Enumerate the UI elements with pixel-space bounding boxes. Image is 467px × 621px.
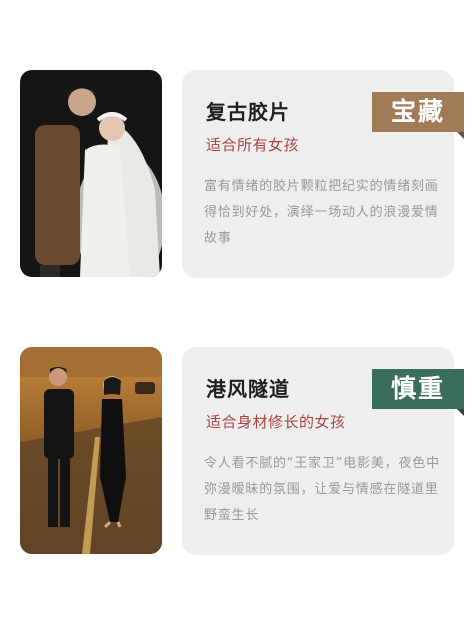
card-title: 复古胶片 <box>206 100 290 124</box>
tunnel-couple-photo <box>20 347 162 554</box>
card-subtitle: 适合所有女孩 <box>206 136 300 154</box>
badge-treasure: 宝藏 <box>372 92 464 139</box>
card-description: 富有情绪的胶片颗粒把纪实的情绪刻画得恰到好处，演绎一场动人的浪漫爱情故事 <box>204 179 439 246</box>
card-subtitle: 适合身材修长的女孩 <box>206 413 346 431</box>
badge-cautious: 慎重 <box>372 369 464 416</box>
card-description: 令人看不腻的“王家卫”电影美，夜色中弥漫暧昧的氛围，让爱与情感在隧道里野蛮生长 <box>204 456 440 523</box>
wedding-couple-photo <box>20 70 162 277</box>
card-title: 港风隧道 <box>206 377 290 401</box>
